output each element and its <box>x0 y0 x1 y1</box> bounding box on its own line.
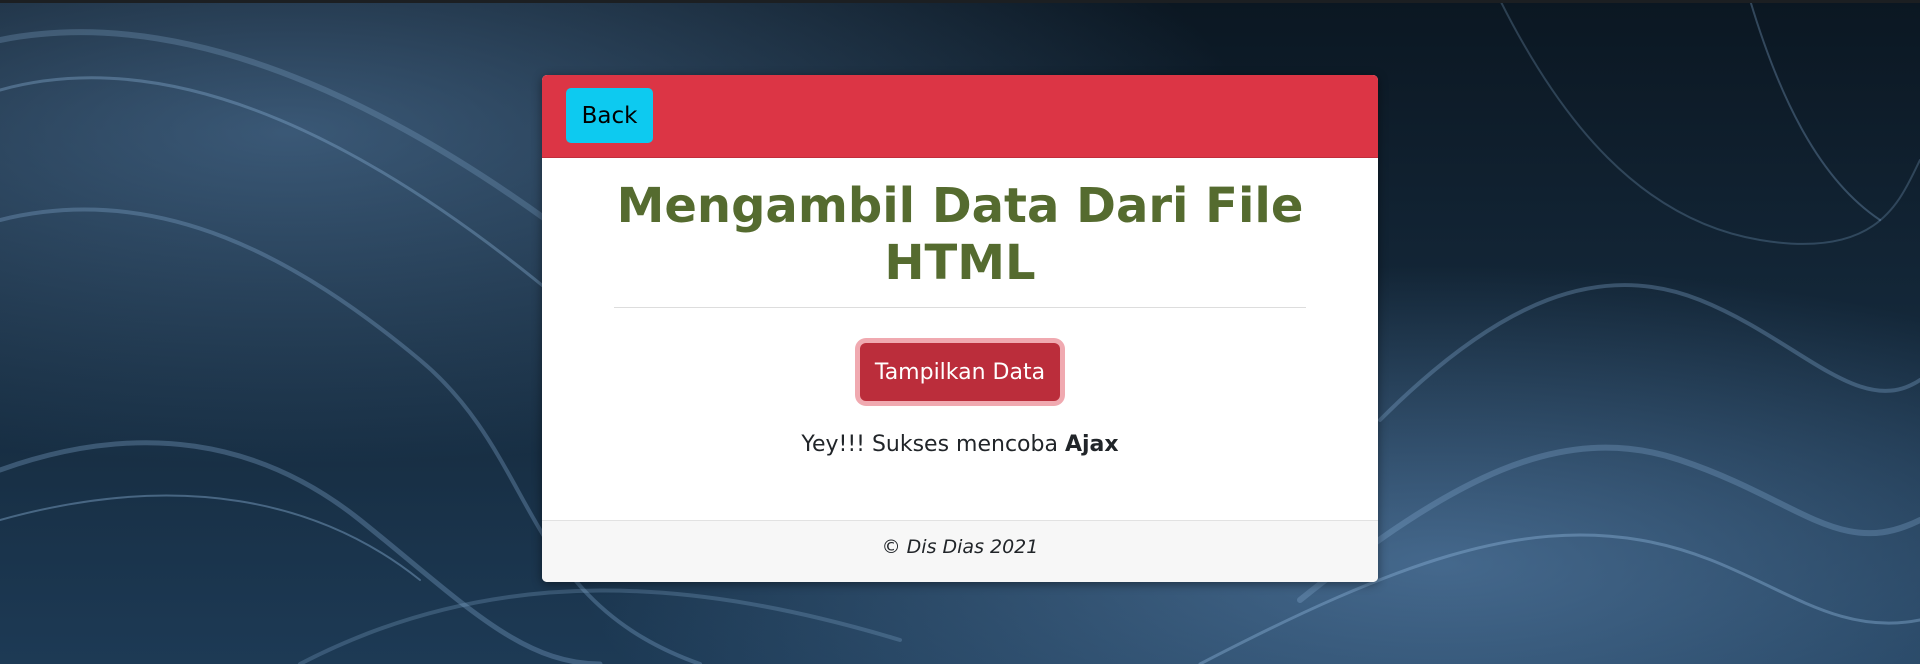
result-message: Yey!!! Sukses mencoba Ajax <box>542 430 1378 460</box>
show-data-button[interactable]: Tampilkan Data <box>860 343 1060 401</box>
browser-top-strip <box>0 0 1920 3</box>
back-button[interactable]: Back <box>566 88 653 143</box>
footer-copyright: © Dis Dias 2021 <box>881 536 1039 558</box>
page-title-line-1: Mengambil Data Dari File <box>616 178 1304 234</box>
result-text: Yey!!! Sukses mencoba <box>801 432 1065 457</box>
card-footer: © Dis Dias 2021 <box>542 520 1378 582</box>
result-bold-text: Ajax <box>1064 432 1119 457</box>
title-divider <box>614 307 1306 308</box>
content-card: Back Mengambil Data Dari File HTML Tampi… <box>542 75 1378 582</box>
card-header: Back <box>542 75 1378 158</box>
page-title-line-2: HTML <box>884 235 1036 291</box>
page-title: Mengambil Data Dari File HTML <box>542 178 1378 292</box>
